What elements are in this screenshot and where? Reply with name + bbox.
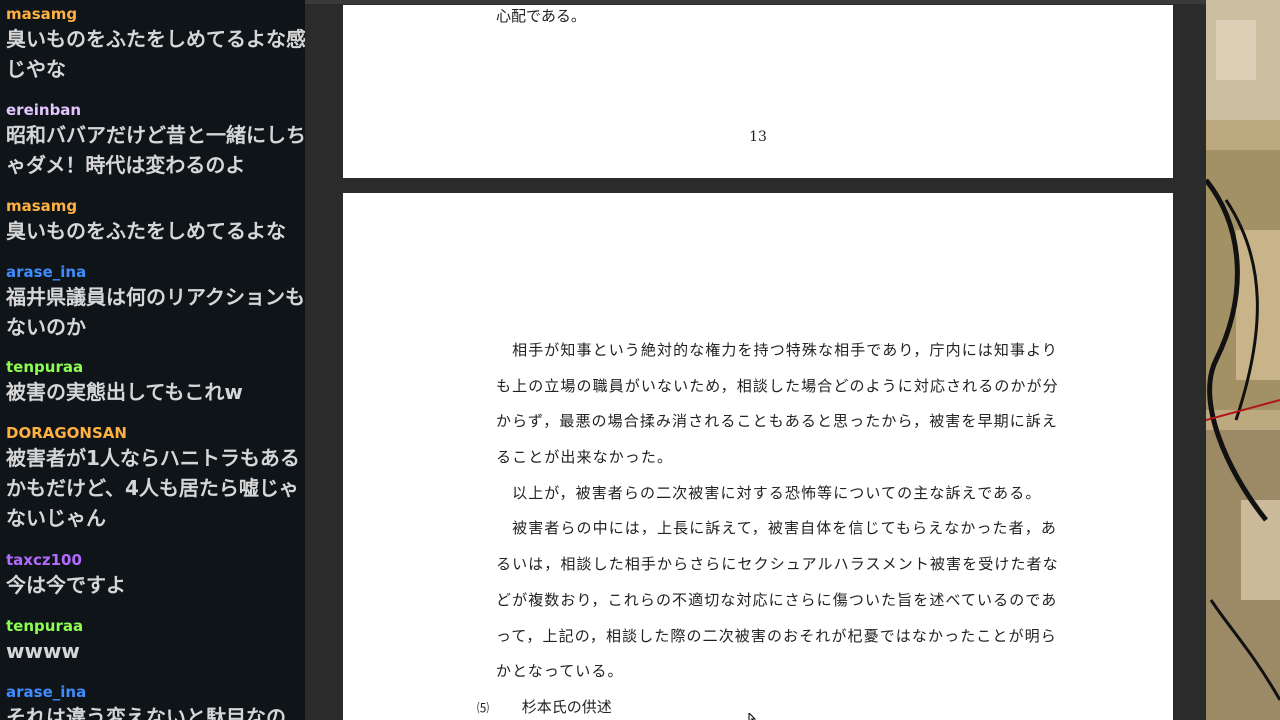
chat-username[interactable]: tenpuraa	[6, 616, 305, 636]
document-page-13: 心配である。 13	[343, 5, 1173, 178]
background-artwork	[1206, 0, 1280, 720]
text-line: ることが出来なかった。	[496, 448, 674, 467]
mouse-cursor-icon	[748, 713, 757, 720]
chat-message: tenpuraa 被害の実態出してもこれw	[0, 357, 305, 407]
decorative-art-icon	[1206, 0, 1280, 720]
chat-message: tenpuraa wwww	[0, 616, 305, 666]
text-line: るいは，相談した相手からさらにセクシュアルハラスメント被害を受けた者な	[496, 555, 1059, 574]
document-viewer[interactable]: 心配である。 13 相手が知事という絶対的な権力を持つ特殊な相手であり，庁内には…	[305, 0, 1206, 720]
chat-message-text: 被害者が1人ならハニトラもあるかもだけど、4人も居たら嘘じゃないじゃん	[6, 446, 300, 530]
text-line: からず，最悪の場合揉み消されることもあると思ったから，被害を早期に訴え	[496, 412, 1059, 431]
chat-message-text: 臭いものをふたをしめてるよな感じやな	[6, 27, 305, 81]
chat-username[interactable]: tenpuraa	[6, 357, 305, 377]
chat-username[interactable]: arase_ina	[6, 682, 305, 702]
text-line: 被害者らの中には，上長に訴えて，被害自体を信じてもらえなかった者，あ	[496, 519, 1057, 538]
chat-username[interactable]: masamg	[6, 4, 305, 24]
section-number: ⑸	[477, 701, 490, 715]
chat-username[interactable]: DORAGONSAN	[6, 423, 305, 443]
page-number: 13	[749, 129, 767, 145]
chat-username[interactable]: taxcz100	[6, 550, 305, 570]
page-text-tail: 心配である。	[496, 7, 586, 25]
text-line: どが複数おり，これらの不適切な対応にさらに傷ついた旨を述べているのであ	[496, 590, 1058, 609]
section-title: 杉本氏の供述	[521, 698, 612, 716]
chat-message: taxcz100 今は今ですよ	[0, 550, 305, 600]
chat-message-text: 今は今ですよ	[6, 573, 126, 597]
chat-message-text: wwww	[6, 639, 80, 663]
chat-message: masamg 臭いものをふたをしめてるよな感じやな	[0, 4, 305, 84]
chat-username[interactable]: ereinban	[6, 100, 305, 120]
section-heading: ⑸ 杉本氏の供述	[477, 696, 612, 719]
text-line: って，上記の，相談した際の二次被害のおそれが杞憂ではなかったことが明ら	[496, 626, 1057, 645]
chat-message-text: 臭いものをふたをしめてるよな	[6, 219, 286, 243]
chat-message: ereinban 昭和ババアだけど昔と一緒にしちゃダメ！時代は変わるのよ	[0, 100, 305, 180]
chat-message-text: 福井県議員は何のリアクションもないのか	[6, 285, 305, 339]
page-body-text: 相手が知事という絶対的な権力を持つ特殊な相手であり，庁内には知事より も上の立場…	[496, 333, 1096, 690]
text-line: かとなっている。	[496, 662, 624, 681]
text-line: 相手が知事という絶対的な権力を持つ特殊な相手であり，庁内には知事より	[496, 341, 1059, 359]
chat-message-text: それは違う変えないと駄目なの	[6, 705, 286, 720]
text-line: 以上が，被害者らの二次被害に対する恐怖等についての主な訴えである。	[496, 483, 1042, 502]
chat-message: masamg 臭いものをふたをしめてるよな	[0, 196, 305, 246]
viewer-top-border	[305, 0, 1206, 4]
document-page-14: 相手が知事という絶対的な権力を持つ特殊な相手であり，庁内には知事より も上の立場…	[343, 193, 1173, 720]
chat-message: DORAGONSAN 被害者が1人ならハニトラもあるかもだけど、4人も居たら嘘じゃ…	[0, 423, 305, 533]
chat-message: arase_ina それは違う変えないと駄目なの	[0, 682, 305, 720]
text-line: も上の立場の職員がいないため，相談した場合どのように対応されるのかが分	[496, 376, 1059, 395]
chat-message-text: 被害の実態出してもこれw	[6, 380, 243, 404]
chat-message-text: 昭和ババアだけど昔と一緒にしちゃダメ！時代は変わるのよ	[6, 123, 305, 177]
chat-panel: masamg 臭いものをふたをしめてるよな感じやな ereinban 昭和ババアだけど…	[0, 0, 305, 720]
chat-username[interactable]: arase_ina	[6, 262, 305, 282]
chat-username[interactable]: masamg	[6, 196, 305, 216]
chat-message: arase_ina 福井県議員は何のリアクションもないのか	[0, 262, 305, 342]
